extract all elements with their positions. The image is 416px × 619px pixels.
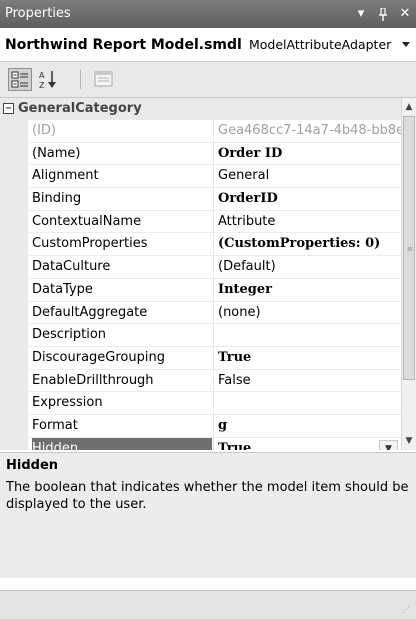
property-grid: − GeneralCategory (ID) Gea468cc7-14a7-4b4… [0, 98, 401, 450]
row-gutter [0, 120, 28, 142]
property-name: Alignment [32, 168, 99, 184]
property-name: EnableDrillthrough [32, 372, 154, 388]
row-gutter [0, 437, 28, 450]
property-value[interactable]: False [213, 369, 401, 392]
property-row[interactable]: DefaultAggregate (none) [0, 301, 401, 325]
property-row[interactable]: Description [0, 324, 401, 347]
description-title: Hidden [6, 458, 59, 473]
property-name: DataType [32, 281, 93, 297]
property-value[interactable]: Attribute [213, 210, 401, 233]
categorized-view-button[interactable] [8, 68, 32, 91]
row-gutter [0, 210, 28, 233]
value-dropdown-icon[interactable]: ▼ [379, 439, 398, 450]
property-name: Description [32, 327, 107, 343]
property-value[interactable]: OrderID [213, 188, 401, 210]
property-value[interactable]: (none) [213, 301, 401, 324]
property-row[interactable]: DataCulture (Default) [0, 256, 401, 279]
property-name: DiscourageGrouping [32, 349, 165, 365]
row-gutter [0, 256, 28, 278]
property-grid-scrollbar[interactable]: ▲ ≡ ▼ [401, 98, 416, 450]
description-text: The boolean that indicates whether the m… [6, 480, 409, 512]
property-name: (ID) [32, 123, 56, 138]
object-selector-dropdown-icon[interactable] [396, 28, 416, 61]
property-name: Binding [32, 191, 82, 207]
property-value[interactable]: g [213, 414, 401, 437]
object-type: ModelAttributeAdapter [248, 37, 392, 52]
row-gutter [0, 346, 28, 369]
property-row[interactable]: DiscourageGrouping True [0, 346, 401, 370]
scroll-down-icon[interactable]: ▼ [402, 433, 416, 449]
property-name: Expression [32, 395, 103, 411]
property-row[interactable]: DataType Integer [0, 278, 401, 302]
row-gutter [0, 278, 28, 301]
description-pane: Hidden The boolean that indicates whethe… [0, 452, 416, 578]
row-gutter [0, 369, 28, 392]
row-gutter [0, 414, 28, 437]
toolbar-separator [80, 70, 81, 89]
property-row[interactable]: Alignment General [0, 165, 401, 189]
property-row[interactable]: CustomProperties (CustomProperties: 0) [0, 233, 401, 257]
property-name: (Name) [32, 145, 81, 161]
pin-icon[interactable] [372, 0, 394, 28]
property-value[interactable]: (CustomProperties: 0) [213, 233, 401, 256]
property-name: CustomProperties [32, 236, 148, 252]
properties-window-titlebar: Properties ▾ ✕ [0, 0, 416, 28]
scroll-up-icon[interactable]: ▲ [402, 99, 416, 115]
property-value[interactable]: Integer [213, 278, 401, 301]
scroll-thumb-grip: ≡ [407, 245, 413, 253]
category-row-general[interactable]: − GeneralCategory [0, 98, 401, 120]
window-menu-dropdown-icon[interactable]: ▾ [350, 0, 372, 28]
property-value[interactable]: True [213, 437, 401, 450]
property-row[interactable]: EnableDrillthrough False [0, 369, 401, 393]
scroll-thumb[interactable]: ≡ [403, 116, 415, 380]
property-value[interactable]: (Default) [213, 256, 401, 278]
property-row[interactable]: Binding OrderID [0, 188, 401, 211]
row-gutter [0, 233, 28, 256]
alphabetical-view-button[interactable]: A Z [37, 68, 61, 91]
collapse-toggle-icon[interactable]: − [3, 103, 14, 114]
property-value[interactable] [213, 392, 401, 414]
row-gutter [0, 301, 28, 324]
property-row[interactable]: (ID) Gea468cc7-14a7-4b48-bb8e [0, 120, 401, 143]
property-value[interactable]: General [213, 165, 401, 188]
row-gutter [0, 165, 28, 188]
property-name: Hidden [32, 437, 212, 450]
sort-az-icon: A Z [39, 71, 56, 90]
property-row[interactable]: ContextualName Attribute [0, 210, 401, 234]
property-rows: (ID) Gea468cc7-14a7-4b48-bb8e (Name) Order … [0, 120, 401, 450]
svg-text:A: A [39, 71, 45, 80]
object-selector[interactable]: Northwind Report Model.smdl ModelAttribu… [0, 28, 416, 62]
category-label: GeneralCategory [18, 101, 142, 116]
property-value[interactable]: Order ID [213, 142, 401, 165]
property-value[interactable] [213, 324, 401, 346]
svg-text:Z: Z [39, 81, 45, 90]
row-gutter [0, 188, 28, 210]
property-name: ContextualName [32, 213, 142, 229]
property-pages-button[interactable] [92, 68, 116, 91]
property-row[interactable]: Hidden True ▼ [0, 437, 401, 450]
row-gutter [0, 324, 28, 346]
row-gutter [0, 392, 28, 414]
properties-toolbar: A Z [0, 62, 416, 98]
property-value: Gea468cc7-14a7-4b48-bb8e [213, 120, 401, 142]
categorized-icon [11, 71, 28, 88]
property-row[interactable]: (Name) Order ID [0, 142, 401, 166]
property-row[interactable]: Format g [0, 414, 401, 438]
close-icon[interactable]: ✕ [394, 0, 416, 28]
row-gutter [0, 142, 28, 165]
object-name: Northwind Report Model.smdl [5, 37, 242, 53]
property-name: Format [32, 417, 78, 433]
window-title: Properties [5, 6, 71, 21]
resize-grip-icon[interactable]: ⋰ [402, 605, 414, 617]
property-name: DataCulture [32, 259, 111, 275]
property-row[interactable]: Expression [0, 392, 401, 415]
status-strip: ⋰ [0, 590, 416, 619]
property-value[interactable]: True [213, 346, 401, 369]
window-controls: ▾ ✕ [350, 0, 416, 28]
property-pages-icon [94, 71, 113, 87]
property-name: DefaultAggregate [32, 304, 148, 320]
